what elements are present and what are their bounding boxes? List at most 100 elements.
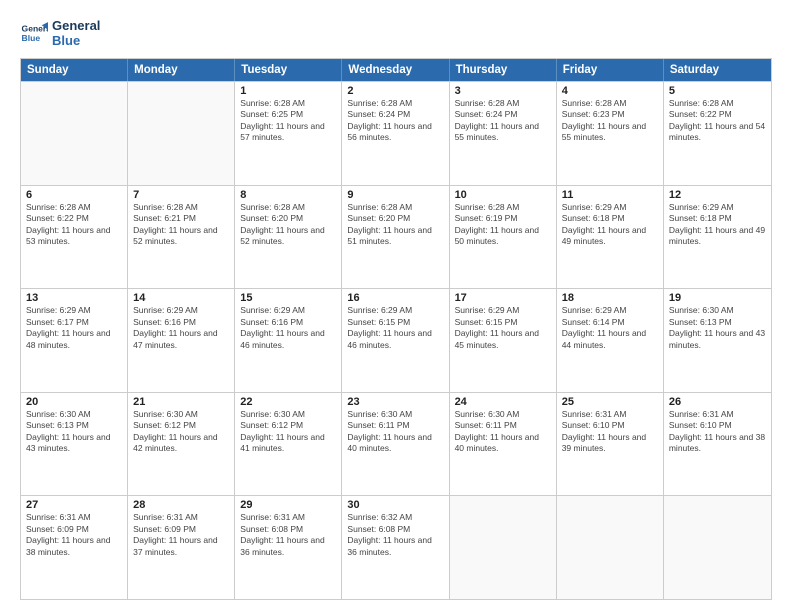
day-number: 28: [133, 499, 229, 511]
day-number: 18: [562, 292, 658, 304]
calendar-cell: 30Sunrise: 6:32 AMSunset: 6:08 PMDayligh…: [342, 496, 449, 599]
day-info: Sunrise: 6:29 AMSunset: 6:16 PMDaylight:…: [240, 305, 336, 351]
calendar-header: SundayMondayTuesdayWednesdayThursdayFrid…: [21, 59, 771, 81]
calendar-cell: 17Sunrise: 6:29 AMSunset: 6:15 PMDayligh…: [450, 289, 557, 392]
calendar-row: 6Sunrise: 6:28 AMSunset: 6:22 PMDaylight…: [21, 185, 771, 289]
calendar-cell: 21Sunrise: 6:30 AMSunset: 6:12 PMDayligh…: [128, 393, 235, 496]
calendar-cell: 20Sunrise: 6:30 AMSunset: 6:13 PMDayligh…: [21, 393, 128, 496]
calendar-cell: 28Sunrise: 6:31 AMSunset: 6:09 PMDayligh…: [128, 496, 235, 599]
day-info: Sunrise: 6:28 AMSunset: 6:24 PMDaylight:…: [347, 98, 443, 144]
calendar-cell: [21, 82, 128, 185]
day-info: Sunrise: 6:31 AMSunset: 6:09 PMDaylight:…: [133, 512, 229, 558]
calendar-cell: 13Sunrise: 6:29 AMSunset: 6:17 PMDayligh…: [21, 289, 128, 392]
calendar-cell: 4Sunrise: 6:28 AMSunset: 6:23 PMDaylight…: [557, 82, 664, 185]
day-info: Sunrise: 6:29 AMSunset: 6:17 PMDaylight:…: [26, 305, 122, 351]
calendar-body: 1Sunrise: 6:28 AMSunset: 6:25 PMDaylight…: [21, 81, 771, 599]
calendar-cell: 24Sunrise: 6:30 AMSunset: 6:11 PMDayligh…: [450, 393, 557, 496]
day-number: 25: [562, 396, 658, 408]
day-info: Sunrise: 6:28 AMSunset: 6:21 PMDaylight:…: [133, 202, 229, 248]
calendar-cell: 6Sunrise: 6:28 AMSunset: 6:22 PMDaylight…: [21, 186, 128, 289]
day-number: 19: [669, 292, 766, 304]
calendar-cell: 8Sunrise: 6:28 AMSunset: 6:20 PMDaylight…: [235, 186, 342, 289]
day-info: Sunrise: 6:29 AMSunset: 6:14 PMDaylight:…: [562, 305, 658, 351]
weekday-header: Tuesday: [235, 59, 342, 81]
calendar-cell: 11Sunrise: 6:29 AMSunset: 6:18 PMDayligh…: [557, 186, 664, 289]
day-number: 7: [133, 189, 229, 201]
calendar-cell: 2Sunrise: 6:28 AMSunset: 6:24 PMDaylight…: [342, 82, 449, 185]
day-number: 30: [347, 499, 443, 511]
day-info: Sunrise: 6:28 AMSunset: 6:20 PMDaylight:…: [240, 202, 336, 248]
day-number: 13: [26, 292, 122, 304]
weekday-header: Monday: [128, 59, 235, 81]
day-number: 20: [26, 396, 122, 408]
day-info: Sunrise: 6:28 AMSunset: 6:19 PMDaylight:…: [455, 202, 551, 248]
day-info: Sunrise: 6:28 AMSunset: 6:23 PMDaylight:…: [562, 98, 658, 144]
calendar-cell: 29Sunrise: 6:31 AMSunset: 6:08 PMDayligh…: [235, 496, 342, 599]
calendar-cell: 23Sunrise: 6:30 AMSunset: 6:11 PMDayligh…: [342, 393, 449, 496]
day-number: 8: [240, 189, 336, 201]
day-number: 22: [240, 396, 336, 408]
calendar-cell: 1Sunrise: 6:28 AMSunset: 6:25 PMDaylight…: [235, 82, 342, 185]
day-info: Sunrise: 6:31 AMSunset: 6:08 PMDaylight:…: [240, 512, 336, 558]
calendar-cell: 18Sunrise: 6:29 AMSunset: 6:14 PMDayligh…: [557, 289, 664, 392]
calendar-cell: [664, 496, 771, 599]
logo: General Blue General Blue: [20, 18, 100, 48]
day-info: Sunrise: 6:29 AMSunset: 6:15 PMDaylight:…: [347, 305, 443, 351]
day-info: Sunrise: 6:30 AMSunset: 6:12 PMDaylight:…: [133, 409, 229, 455]
day-number: 24: [455, 396, 551, 408]
day-number: 2: [347, 85, 443, 97]
header: General Blue General Blue: [20, 18, 772, 48]
day-info: Sunrise: 6:28 AMSunset: 6:25 PMDaylight:…: [240, 98, 336, 144]
calendar-cell: 5Sunrise: 6:28 AMSunset: 6:22 PMDaylight…: [664, 82, 771, 185]
day-info: Sunrise: 6:31 AMSunset: 6:10 PMDaylight:…: [669, 409, 766, 455]
day-info: Sunrise: 6:28 AMSunset: 6:22 PMDaylight:…: [26, 202, 122, 248]
day-info: Sunrise: 6:31 AMSunset: 6:09 PMDaylight:…: [26, 512, 122, 558]
day-info: Sunrise: 6:30 AMSunset: 6:13 PMDaylight:…: [669, 305, 766, 351]
calendar-row: 1Sunrise: 6:28 AMSunset: 6:25 PMDaylight…: [21, 81, 771, 185]
day-info: Sunrise: 6:30 AMSunset: 6:12 PMDaylight:…: [240, 409, 336, 455]
calendar: SundayMondayTuesdayWednesdayThursdayFrid…: [20, 58, 772, 600]
day-number: 29: [240, 499, 336, 511]
day-number: 6: [26, 189, 122, 201]
calendar-cell: 12Sunrise: 6:29 AMSunset: 6:18 PMDayligh…: [664, 186, 771, 289]
day-info: Sunrise: 6:32 AMSunset: 6:08 PMDaylight:…: [347, 512, 443, 558]
calendar-cell: [557, 496, 664, 599]
day-info: Sunrise: 6:31 AMSunset: 6:10 PMDaylight:…: [562, 409, 658, 455]
day-info: Sunrise: 6:30 AMSunset: 6:11 PMDaylight:…: [347, 409, 443, 455]
day-number: 14: [133, 292, 229, 304]
day-info: Sunrise: 6:28 AMSunset: 6:20 PMDaylight:…: [347, 202, 443, 248]
calendar-cell: 10Sunrise: 6:28 AMSunset: 6:19 PMDayligh…: [450, 186, 557, 289]
day-number: 15: [240, 292, 336, 304]
calendar-cell: 19Sunrise: 6:30 AMSunset: 6:13 PMDayligh…: [664, 289, 771, 392]
calendar-cell: 22Sunrise: 6:30 AMSunset: 6:12 PMDayligh…: [235, 393, 342, 496]
weekday-header: Saturday: [664, 59, 771, 81]
calendar-cell: 25Sunrise: 6:31 AMSunset: 6:10 PMDayligh…: [557, 393, 664, 496]
day-number: 12: [669, 189, 766, 201]
weekday-header: Wednesday: [342, 59, 449, 81]
day-number: 16: [347, 292, 443, 304]
day-number: 21: [133, 396, 229, 408]
day-info: Sunrise: 6:30 AMSunset: 6:13 PMDaylight:…: [26, 409, 122, 455]
calendar-cell: 7Sunrise: 6:28 AMSunset: 6:21 PMDaylight…: [128, 186, 235, 289]
day-number: 1: [240, 85, 336, 97]
day-info: Sunrise: 6:29 AMSunset: 6:18 PMDaylight:…: [562, 202, 658, 248]
logo-text: General Blue: [52, 18, 100, 48]
day-info: Sunrise: 6:28 AMSunset: 6:22 PMDaylight:…: [669, 98, 766, 144]
day-number: 23: [347, 396, 443, 408]
calendar-cell: 14Sunrise: 6:29 AMSunset: 6:16 PMDayligh…: [128, 289, 235, 392]
day-number: 5: [669, 85, 766, 97]
calendar-cell: 27Sunrise: 6:31 AMSunset: 6:09 PMDayligh…: [21, 496, 128, 599]
page: General Blue General Blue SundayMondayTu…: [0, 0, 792, 612]
calendar-row: 13Sunrise: 6:29 AMSunset: 6:17 PMDayligh…: [21, 288, 771, 392]
day-number: 4: [562, 85, 658, 97]
calendar-cell: 26Sunrise: 6:31 AMSunset: 6:10 PMDayligh…: [664, 393, 771, 496]
day-number: 26: [669, 396, 766, 408]
calendar-cell: 16Sunrise: 6:29 AMSunset: 6:15 PMDayligh…: [342, 289, 449, 392]
svg-text:Blue: Blue: [22, 33, 41, 43]
weekday-header: Thursday: [450, 59, 557, 81]
calendar-cell: 3Sunrise: 6:28 AMSunset: 6:24 PMDaylight…: [450, 82, 557, 185]
day-number: 27: [26, 499, 122, 511]
day-info: Sunrise: 6:29 AMSunset: 6:18 PMDaylight:…: [669, 202, 766, 248]
weekday-header: Friday: [557, 59, 664, 81]
calendar-row: 20Sunrise: 6:30 AMSunset: 6:13 PMDayligh…: [21, 392, 771, 496]
